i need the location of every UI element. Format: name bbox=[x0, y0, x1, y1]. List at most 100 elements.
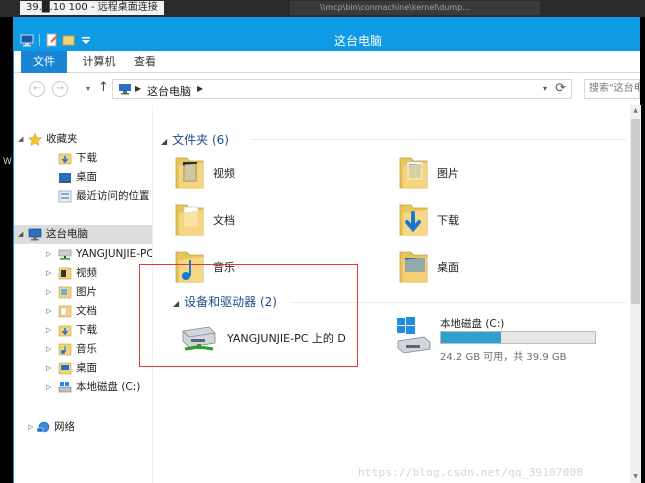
devices-group-header[interactable]: ◢ 设备和驱动器 (2) bbox=[173, 293, 277, 310]
desktop-folder-icon bbox=[397, 246, 431, 286]
folder-tile-music[interactable]: 音乐 bbox=[173, 246, 363, 286]
nav-item-downloads[interactable]: 下载 bbox=[18, 149, 148, 168]
window-title: 这台电脑 bbox=[334, 34, 383, 48]
folders-group-header[interactable]: ◢ 文件夹 (6) bbox=[161, 131, 229, 148]
breadcrumb-this-pc[interactable]: 这台电脑 bbox=[147, 83, 191, 99]
network-icon bbox=[36, 421, 50, 434]
nav-this-pc[interactable]: ◢ 这台电脑 bbox=[18, 225, 148, 244]
search-input[interactable]: 搜索"这台电脑" bbox=[584, 79, 640, 99]
this-pc-icon[interactable] bbox=[20, 33, 34, 47]
device-label: 本地磁盘 (C:) bbox=[440, 318, 505, 330]
collapse-arrow-icon[interactable]: ◢ bbox=[18, 130, 26, 149]
folder-label: 桌面 bbox=[437, 261, 459, 274]
folder-tile-videos[interactable]: 视频 bbox=[173, 152, 363, 192]
nav-item-label: 桌面 bbox=[76, 362, 97, 374]
tab-view[interactable]: 查看 bbox=[130, 51, 160, 73]
device-tile-local-disk[interactable]: 本地磁盘 (C:) 24.2 GB 可用，共 39.9 GB bbox=[394, 315, 614, 365]
nav-network[interactable]: ▷ 网络 bbox=[18, 418, 148, 437]
nav-item-label: 桌面 bbox=[76, 171, 97, 183]
explorer-window: 这台电脑 文件 计算机 查看 ← → ▾ ↑ ▶ 这台电脑 ▶ ▾ ⟳ 搜索"这… bbox=[13, 17, 641, 483]
tab-computer[interactable]: 计算机 bbox=[76, 51, 122, 73]
nav-item-pictures[interactable]: ▷ 图片 bbox=[18, 283, 148, 302]
address-dropdown-icon[interactable]: ▾ bbox=[543, 84, 547, 93]
new-folder-icon[interactable] bbox=[62, 33, 76, 47]
expand-arrow-icon[interactable]: ▷ bbox=[46, 359, 54, 378]
screen: 39.█.10 100 - 远程桌面连接 \\mcp\bin\conmachin… bbox=[0, 0, 645, 483]
remote-desktop-title[interactable]: 39.█.10 100 - 远程桌面连接 bbox=[20, 1, 164, 15]
nav-item-music[interactable]: ▷ 音乐 bbox=[18, 340, 148, 359]
videos-folder-icon bbox=[173, 152, 207, 192]
videos-folder-icon bbox=[58, 267, 72, 280]
nav-item-desktop-pc[interactable]: ▷ 桌面 bbox=[18, 359, 148, 378]
nav-item-documents[interactable]: ▷ 文档 bbox=[18, 302, 148, 321]
disk-free-space: 24.2 GB 可用，共 39.9 GB bbox=[440, 352, 567, 363]
remote-desktop-left-strip: W bbox=[0, 17, 13, 483]
navigation-bar: ← → ▾ ↑ ▶ 这台电脑 ▶ ▾ ⟳ 搜索"这台电脑" bbox=[14, 74, 640, 104]
nav-favorites-label: 收藏夹 bbox=[46, 133, 78, 145]
vertical-scrollbar[interactable]: ▲ ▼ bbox=[630, 105, 641, 483]
group-divider bbox=[251, 139, 626, 140]
expand-arrow-icon[interactable]: ▷ bbox=[46, 321, 54, 340]
nav-item-downloads-pc[interactable]: ▷ 下载 bbox=[18, 321, 148, 340]
remote-desktop-left-text: W bbox=[3, 157, 12, 167]
documents-folder-icon bbox=[173, 199, 207, 239]
expand-arrow-icon[interactable]: ▷ bbox=[46, 245, 54, 264]
music-folder-icon bbox=[58, 343, 72, 356]
desktop-icon bbox=[58, 171, 72, 184]
collapse-arrow-icon[interactable]: ◢ bbox=[173, 299, 179, 308]
title-bar[interactable]: 这台电脑 bbox=[14, 17, 640, 51]
breadcrumb-arrow-icon[interactable]: ▶ bbox=[197, 84, 203, 93]
folder-label: 下载 bbox=[437, 214, 459, 227]
network-drive-icon bbox=[179, 317, 216, 357]
device-tile-network-drive[interactable]: YANGJUNJIE-PC 上的 D bbox=[179, 317, 379, 357]
refresh-icon[interactable]: ⟳ bbox=[555, 81, 566, 96]
toolbar-separator bbox=[39, 34, 40, 46]
watermark: https://blog.csdn.net/qq_39107008 bbox=[358, 466, 584, 479]
folder-tile-desktop[interactable]: 桌面 bbox=[397, 246, 587, 286]
nav-this-pc-label: 这台电脑 bbox=[46, 228, 88, 240]
expand-arrow-icon[interactable]: ▷ bbox=[46, 378, 54, 397]
expand-arrow-icon[interactable]: ▷ bbox=[46, 264, 54, 283]
nav-item-label: 图片 bbox=[76, 286, 97, 298]
forward-button[interactable]: → bbox=[52, 81, 68, 97]
this-pc-icon bbox=[118, 83, 132, 95]
scroll-down-icon[interactable]: ▼ bbox=[630, 471, 641, 483]
disk-usage-fill bbox=[441, 332, 501, 343]
nav-item-desktop[interactable]: 桌面 bbox=[18, 168, 148, 187]
nav-item-label: 文档 bbox=[76, 305, 97, 317]
folders-group-title: 文件夹 (6) bbox=[172, 133, 229, 147]
chevron-down-icon[interactable] bbox=[79, 33, 93, 47]
expand-arrow-icon[interactable]: ▷ bbox=[46, 302, 54, 321]
up-button[interactable]: ↑ bbox=[98, 80, 109, 95]
nav-item-recent-places[interactable]: 最近访问的位置 bbox=[18, 187, 150, 206]
back-button[interactable]: ← bbox=[29, 81, 45, 97]
nav-item-label: 下载 bbox=[76, 324, 97, 336]
nav-item-label: 本地磁盘 (C:) bbox=[76, 381, 141, 393]
remote-desktop-background-text: \\mcp\bin\conmachine\kernel\dump... bbox=[290, 1, 540, 15]
address-bar[interactable]: ▶ 这台电脑 ▶ ▾ ⟳ bbox=[112, 79, 572, 99]
nav-item-network-drive[interactable]: ▷ YANGJUNJIE-PC 上的 D bbox=[18, 245, 189, 264]
nav-item-videos[interactable]: ▷ 视频 bbox=[18, 264, 148, 283]
expand-arrow-icon[interactable]: ▷ bbox=[28, 418, 36, 437]
recent-locations-button[interactable]: ▾ bbox=[86, 84, 90, 93]
nav-item-local-disk[interactable]: ▷ 本地磁盘 (C:) bbox=[18, 378, 148, 397]
folder-label: 文档 bbox=[213, 214, 235, 227]
breadcrumb-arrow-icon[interactable]: ▶ bbox=[135, 84, 141, 93]
collapse-arrow-icon[interactable]: ◢ bbox=[161, 137, 167, 146]
tab-file[interactable]: 文件 bbox=[21, 51, 67, 73]
ribbon-tabs: 文件 计算机 查看 bbox=[14, 51, 640, 73]
folder-tile-documents[interactable]: 文档 bbox=[173, 199, 363, 239]
download-folder-icon bbox=[58, 324, 72, 337]
expand-arrow-icon[interactable]: ▷ bbox=[46, 283, 54, 302]
expand-arrow-icon[interactable]: ▷ bbox=[46, 340, 54, 359]
scrollbar-thumb[interactable] bbox=[631, 119, 640, 304]
folder-tile-downloads[interactable]: 下载 bbox=[397, 199, 587, 239]
properties-icon[interactable] bbox=[45, 33, 59, 47]
nav-favorites[interactable]: ◢ 收藏夹 bbox=[18, 130, 148, 149]
music-folder-icon bbox=[173, 246, 207, 286]
folder-label: 音乐 bbox=[213, 261, 235, 274]
content-pane: ◢ 文件夹 (6) 视频 图片 文档 下载 音乐 桌面 ◢ 设备和驱动器 (2)… bbox=[153, 105, 630, 483]
folder-tile-pictures[interactable]: 图片 bbox=[397, 152, 587, 192]
scroll-up-icon[interactable]: ▲ bbox=[630, 105, 641, 117]
collapse-arrow-icon[interactable]: ◢ bbox=[18, 225, 26, 244]
